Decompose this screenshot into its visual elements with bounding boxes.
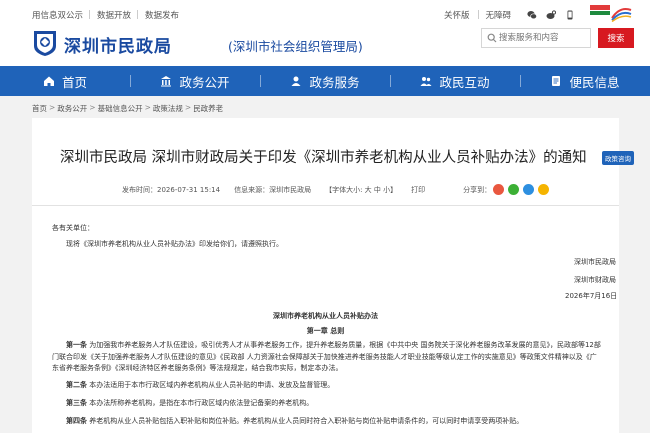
article-text: 养老机构从业人员补贴包括入职补贴和岗位补贴。养老机构从业人员同时符合入职补贴与岗… [89,417,524,425]
article-label: 第二条 [66,381,87,389]
home-icon [43,76,54,86]
article-label: 第一条 [66,341,87,349]
share-wechat-icon[interactable] [508,184,520,195]
care-mode-link[interactable]: 关怀版 [444,9,470,21]
article-label: 第三条 [66,399,87,407]
search-icon [487,33,497,43]
shenzhen-brand-logo [590,5,632,22]
nav-label: 便民信息 [569,74,620,90]
article-4: 第四条 养老机构从业人员补贴包括入职补贴和岗位补贴。养老机构从业人员同时符合入职… [52,416,602,428]
article-text: 为加强我市养老服务人才队伍建设，吸引优秀人才从事养老服务工作，提升养老服务质量，… [52,341,601,372]
share-label: 分享到： [463,185,492,194]
header-divider [32,205,619,206]
breadcrumb-item[interactable]: 基础信息公开 [98,103,143,114]
article-2: 第二条 本办法适用于本市行政区域内养老机构从业人员补贴的申请、发放及监督管理。 [52,380,602,392]
share-weibo-icon[interactable] [493,184,505,195]
signature-date: 2026年7月16日 [565,292,618,300]
site-header: 深圳市民政局 (深圳市社会组织管理局) 搜索 [0,28,650,66]
nav-item-services[interactable]: 政务服务 [260,66,390,96]
breadcrumb: 首页 > 政务公开 > 基础信息公开 > 政策法规 > 民政养老 [32,103,223,114]
article-card: 深圳市民政局 深圳市财政局关于印发《深圳市养老机构从业人员补贴办法》的通知 政策… [32,118,634,433]
document-title: 深圳市养老机构从业人员补贴办法 [273,312,378,320]
signature-civil-affairs: 深圳市民政局 [574,258,616,266]
breadcrumb-separator: > [89,103,96,112]
breadcrumb-separator: > [144,103,151,112]
top-utility-bar: 用信息双公示 数据开放 数据发布 关怀版 无障碍 [0,0,650,28]
main-nav: 首页 政务公开 政务服务 政民互动 便民信息 [0,66,650,96]
article-meta: 发布时间：2026-07-31 15:14 信息来源：深圳市民政局 【字体大小:… [122,184,553,195]
people-icon [420,77,432,86]
intro-paragraph: 现将《深圳市养老机构从业人员补贴办法》印发给你们，请遵照执行。 [66,240,283,248]
nav-item-home[interactable]: 首页 [0,66,130,96]
wechat-icon[interactable] [527,10,537,20]
article-text: 本办法所称养老机构，是指在本市行政区域内依法登记备案的养老机构。 [89,399,314,407]
nav-label: 政务公开 [179,74,230,90]
salutation: 各有关单位： [52,224,94,232]
info-source: 信息来源：深圳市民政局 [234,185,312,194]
breadcrumb-item[interactable]: 政务公开 [57,103,87,114]
site-title[interactable]: 深圳市民政局 [64,32,172,57]
search-box[interactable] [481,28,591,48]
font-size-control[interactable]: 【字体大小: 大 中 小】 [325,185,397,195]
site-subtitle: (深圳市社会组织管理局) [228,39,363,54]
service-icon [291,76,301,86]
top-link-data-release[interactable]: 数据发布 [137,9,179,21]
share-icons [493,184,553,195]
top-link-credit[interactable]: 用信息双公示 [32,9,83,21]
share-qzone-icon[interactable] [538,184,550,195]
nav-label: 首页 [61,74,87,90]
nav-item-gov-affairs[interactable]: 政务公开 [130,66,260,96]
article-text: 本办法适用于本市行政区域内养老机构从业人员补贴的申请、发放及监督管理。 [89,381,335,389]
nav-item-interaction[interactable]: 政民互动 [390,66,520,96]
top-links: 用信息双公示 数据开放 数据发布 [32,9,193,21]
article-title: 深圳市民政局 深圳市财政局关于印发《深圳市养老机构从业人员补贴办法》的通知 [60,150,587,166]
search-input[interactable] [499,31,589,45]
doc-icon [552,76,561,86]
mobile-icon[interactable] [565,10,575,20]
breadcrumb-item[interactable]: 民政养老 [193,103,223,114]
chapter-heading: 第一章 总则 [306,327,345,335]
publish-time: 发布时间：2026-07-31 15:14 [122,185,221,194]
top-right-tools: 关怀版 无障碍 [444,9,584,21]
search-button[interactable]: 搜索 [598,28,634,48]
policy-consult-badge[interactable]: 政策咨询 [602,151,634,165]
article-3: 第三条 本办法所称养老机构，是指在本市行政区域内依法登记备案的养老机构。 [52,398,602,410]
weibo-icon[interactable] [546,10,557,20]
accessibility-link[interactable]: 无障碍 [477,9,511,21]
signature-finance: 深圳市财政局 [574,276,616,284]
nav-label: 政民互动 [439,74,490,90]
share-qq-icon[interactable] [523,184,535,195]
nav-item-public-info[interactable]: 便民信息 [520,66,650,96]
bureau-emblem-icon [34,31,56,56]
nav-label: 政务服务 [309,74,360,90]
top-link-open-data[interactable]: 数据开放 [89,9,131,21]
breadcrumb-separator: > [184,103,192,112]
breadcrumb-separator: > [49,103,56,112]
breadcrumb-item[interactable]: 首页 [32,103,47,114]
building-icon [161,76,172,87]
breadcrumb-item[interactable]: 政策法规 [153,103,183,114]
article-1: 第一条 为加强我市养老服务人才队伍建设，吸引优秀人才从事养老服务工作，提升养老服… [52,340,602,375]
article-label: 第四条 [66,417,87,425]
print-link[interactable]: 打印 [411,185,425,195]
